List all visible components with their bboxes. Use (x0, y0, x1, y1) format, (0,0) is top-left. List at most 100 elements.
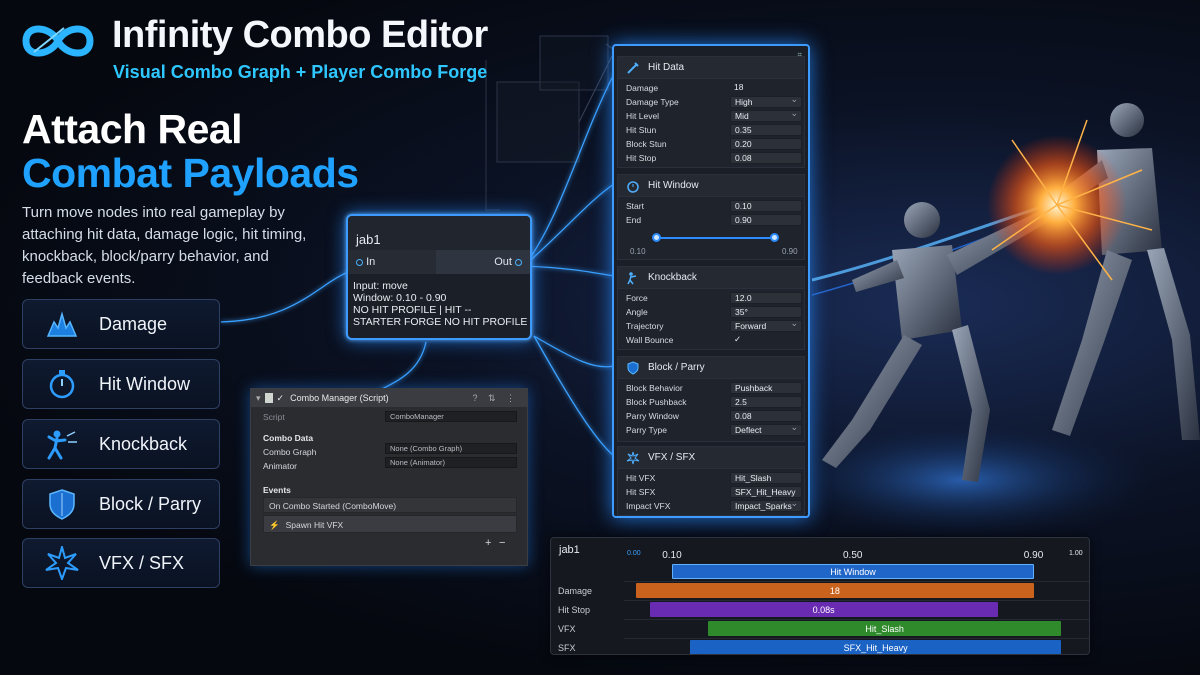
feature-block-parry[interactable]: Block / Parry (22, 479, 220, 529)
timeline-row-divider (624, 600, 1089, 601)
hit-sfx-field[interactable]: SFX_Hit_Heavy (730, 486, 802, 498)
prop-label: Hit Stun (626, 125, 657, 135)
timeline-tick: 0.90 (1023, 550, 1044, 561)
block-pushback-field[interactable]: 2.5 (730, 396, 802, 408)
script-icon (264, 393, 273, 403)
impact-burst-icon (37, 299, 87, 349)
node-out-port[interactable]: Out (494, 256, 522, 268)
timeline-track-bar[interactable]: 0.08s (649, 602, 998, 617)
lightning-icon: ⚡ (269, 520, 280, 530)
port-icon (356, 259, 363, 266)
parry-window-field[interactable]: 0.08 (730, 410, 802, 422)
timeline-row-divider (624, 638, 1089, 639)
hit-window-header[interactable]: Hit Window (618, 175, 804, 197)
inspector-header[interactable]: ▾ ✓ Combo Manager (Script) ? ⇅ ⋮ (251, 389, 527, 407)
shield-icon (626, 360, 640, 375)
window-start-field[interactable]: 0.10 (730, 200, 802, 212)
shield-icon (37, 479, 87, 529)
timeline-track-label: Hit Stop (558, 605, 591, 615)
prop-label: Parry Type (626, 425, 667, 435)
event-action-row[interactable]: ⚡ Spawn Hit VFX (263, 515, 517, 533)
timeline-tick: 0.10 (662, 550, 682, 561)
knockback-header[interactable]: Knockback (618, 267, 804, 289)
node-title: jab1 (348, 216, 530, 250)
wall-bounce-checkbox[interactable]: ✓ (730, 334, 802, 346)
combo-graph-label: Combo Graph (263, 447, 317, 457)
remove-event-button[interactable]: − (499, 537, 505, 549)
node-line: Window: 0.10 - 0.90 (353, 292, 447, 304)
timeline-title: jab1 (559, 544, 580, 556)
feature-label: Damage (99, 313, 168, 334)
prop-label: Block Pushback (626, 397, 687, 407)
graph-node-jab1[interactable]: jab1 In Out Input: move Window: 0.10 - 0… (346, 214, 532, 340)
timeline-track-label: SFX (558, 643, 576, 653)
prop-label: Hit Stop (626, 153, 657, 163)
feature-label: Knockback (99, 433, 188, 454)
feature-hit-window[interactable]: Hit Window (22, 359, 220, 409)
range-slider-start-handle[interactable] (652, 233, 661, 242)
timeline-tick: 0.00 (627, 550, 641, 557)
prop-label: Impact VFX (626, 501, 671, 511)
block-parry-header[interactable]: Block / Parry (618, 357, 804, 379)
vfx-sfx-header[interactable]: VFX / SFX (618, 447, 804, 469)
knockback-figure-icon (37, 419, 87, 469)
timeline-tick: 0.50 (843, 550, 863, 561)
impact-vfx-dropdown[interactable]: Impact_Sparks (730, 498, 802, 512)
events-header: Events (263, 485, 291, 495)
feature-vfx-sfx[interactable]: VFX / SFX (22, 538, 220, 588)
hit-stop-field[interactable]: 0.08 (730, 152, 802, 164)
enabled-checkbox[interactable]: ✓ (277, 393, 285, 404)
combo-data-header: Combo Data (263, 433, 314, 443)
prop-label: Trajectory (626, 321, 664, 331)
stopwatch-icon (37, 359, 87, 409)
timeline-track-label: VFX (558, 624, 576, 634)
angle-field[interactable]: 35° (730, 306, 802, 318)
block-behavior-field[interactable]: Pushback (730, 382, 802, 394)
timeline-panel: jab1 0.00 0.10 0.50 0.90 1.00 Hit Window Dama… (550, 537, 1090, 655)
window-end-field[interactable]: 0.90 (730, 214, 802, 226)
parry-type-dropdown[interactable]: Deflect (730, 422, 802, 436)
feature-damage[interactable]: Damage (22, 299, 220, 349)
timeline-row-divider (624, 581, 1089, 582)
damage-field[interactable]: 18 (730, 82, 802, 94)
timeline-track-bar[interactable]: 18 (636, 583, 1034, 598)
collapse-arrow-icon[interactable]: ▾ (256, 393, 261, 404)
prop-label: Angle (626, 307, 648, 317)
range-slider-track[interactable] (656, 237, 774, 239)
hit-level-dropdown[interactable]: Mid (730, 108, 802, 122)
timeline-track-bar[interactable]: SFX_Hit_Heavy (690, 640, 1061, 654)
trajectory-dropdown[interactable]: Forward (730, 318, 802, 332)
port-icon (515, 259, 522, 266)
timeline-track-label: Damage (558, 586, 593, 596)
timeline-row-divider (624, 619, 1089, 620)
force-field[interactable]: 12.0 (730, 292, 802, 304)
prop-label: Wall Bounce (626, 335, 674, 345)
hit-data-header[interactable]: Hit Data (618, 57, 804, 79)
feature-knockback[interactable]: Knockback (22, 419, 220, 469)
damage-type-dropdown[interactable]: High (730, 94, 802, 108)
hit-vfx-field[interactable]: Hit_Slash (730, 472, 802, 484)
timeline-track-bar[interactable]: Hit_Slash (708, 621, 1061, 636)
animator-field[interactable]: None (Animator) (385, 457, 517, 468)
prop-label: Damage Type (626, 97, 679, 107)
prop-label: Hit VFX (626, 473, 656, 483)
node-line: STARTER FORGE NO HIT PROFILE BUFFER (353, 316, 530, 328)
section-hit-data: Hit Data Damage 18 Damage Type High Hit … (617, 56, 805, 168)
timeline-track-bar[interactable]: Hit Window (672, 564, 1034, 579)
feature-label: Block / Parry (99, 493, 202, 514)
node-line: Input: move (353, 280, 408, 292)
add-event-button[interactable]: + (485, 537, 491, 549)
spark-burst-icon (37, 538, 87, 588)
section-block-parry: Block / Parry Block Behavior Pushback Bl… (617, 356, 805, 442)
combo-manager-inspector: ▾ ✓ Combo Manager (Script) ? ⇅ ⋮ Script … (250, 388, 528, 566)
component-menu-icon[interactable]: ? ⇅ ⋮ (472, 393, 519, 404)
stopwatch-icon (626, 179, 640, 193)
combo-graph-field[interactable]: None (Combo Graph) (385, 443, 517, 454)
prop-label: Start (626, 201, 644, 211)
block-stun-field[interactable]: 0.20 (730, 138, 802, 150)
knockback-figure-icon (626, 271, 640, 285)
range-slider-end-handle[interactable] (770, 233, 779, 242)
node-line: NO HIT PROFILE | HIT -- (353, 304, 472, 316)
node-in-port[interactable]: In (356, 256, 375, 268)
hit-stun-field[interactable]: 0.35 (730, 124, 802, 136)
